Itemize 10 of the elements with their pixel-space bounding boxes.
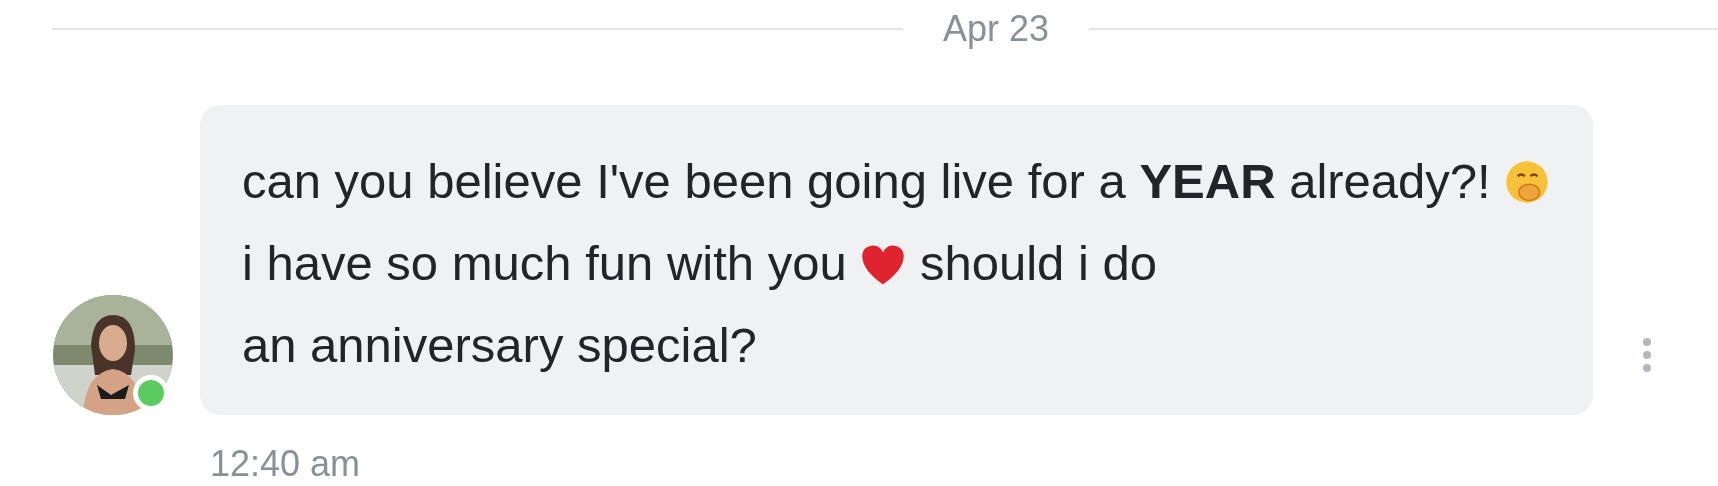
message-time: 12:40 am — [210, 443, 361, 484]
face-emoji-icon — [1504, 159, 1551, 205]
heart-emoji-icon — [860, 243, 907, 287]
message-text: i have so much fun with you — [242, 236, 847, 290]
message-text: an anniversary special? — [242, 318, 757, 372]
more-options-icon — [1642, 337, 1652, 373]
message-text: already?! — [1289, 154, 1491, 208]
message-text: should i do — [919, 236, 1157, 290]
date-label: Apr 23 — [943, 7, 1050, 51]
message-text: can you believe I've been going live for a YEAR — [242, 154, 1276, 208]
